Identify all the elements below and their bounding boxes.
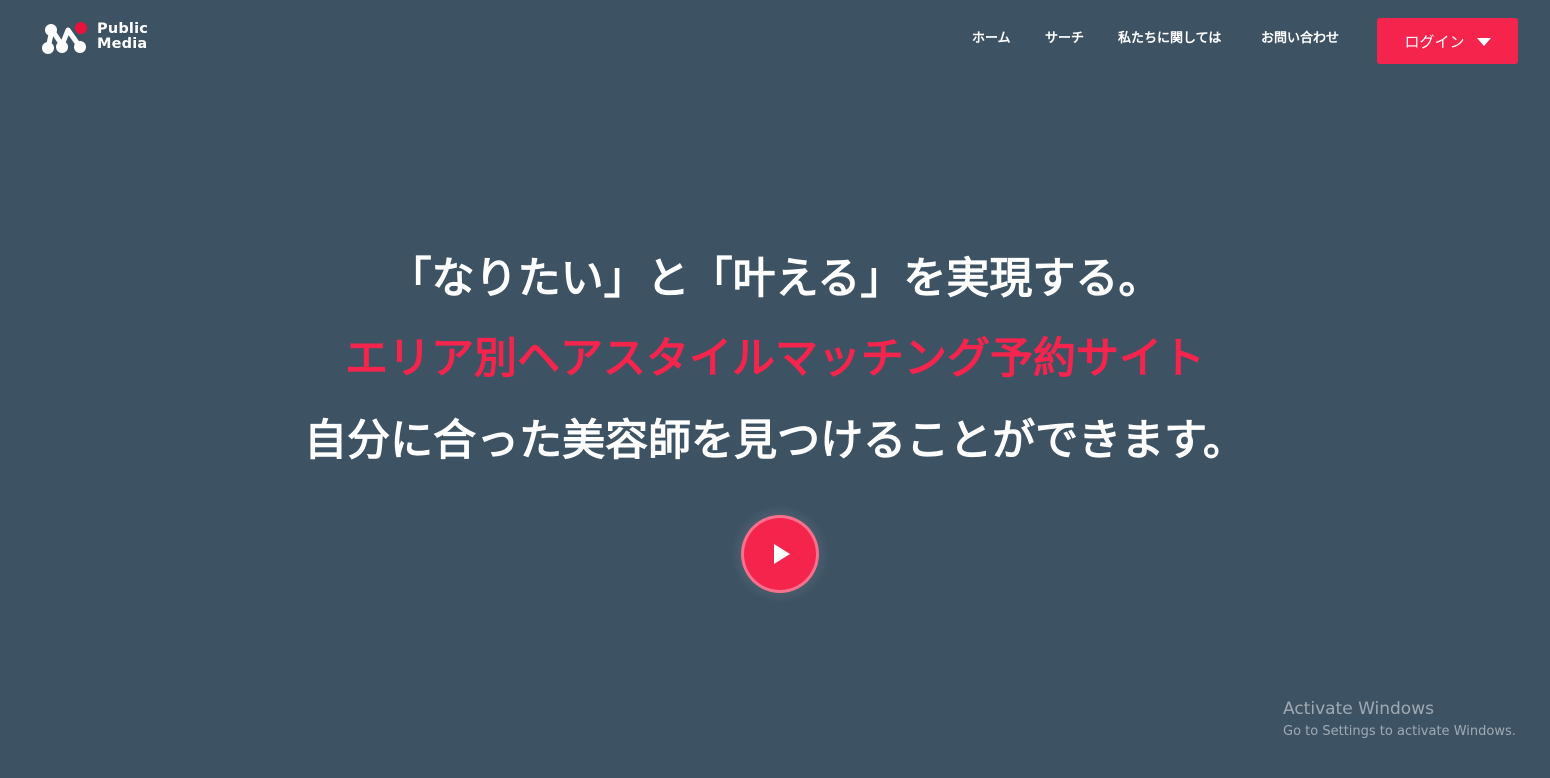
hero-headline: 「なりたい」と「叶える」を実現する。 — [388, 254, 1162, 304]
play-icon — [774, 544, 790, 564]
watermark-subtitle: Go to Settings to activate Windows. — [1283, 724, 1516, 739]
caret-down-icon — [1476, 38, 1491, 46]
login-button[interactable]: ログイン — [1377, 18, 1518, 64]
watermark-title: Activate Windows — [1283, 699, 1434, 719]
play-video-button[interactable] — [741, 515, 819, 593]
hero-tagline: エリア別ヘアスタイルマッチング予約サイト — [345, 334, 1205, 384]
hero-subheadline: 自分に合った美容師を見つけることができます。 — [304, 416, 1246, 466]
windows-activation-watermark: Activate Windows Go to Settings to activ… — [1283, 698, 1516, 742]
nav-item-search[interactable]: サーチ — [1045, 27, 1084, 46]
main-nav: ホーム サーチ 私たちに関しては お問い合わせ — [0, 27, 1550, 47]
nav-item-about[interactable]: 私たちに関しては — [1118, 27, 1221, 46]
login-label: ログイン — [1404, 32, 1465, 51]
nav-item-home[interactable]: ホーム — [972, 27, 1011, 46]
nav-item-contact[interactable]: お問い合わせ — [1261, 27, 1339, 46]
site-header: Public Media ホーム サーチ 私たちに関しては お問い合わせ ログイ… — [0, 0, 1550, 80]
